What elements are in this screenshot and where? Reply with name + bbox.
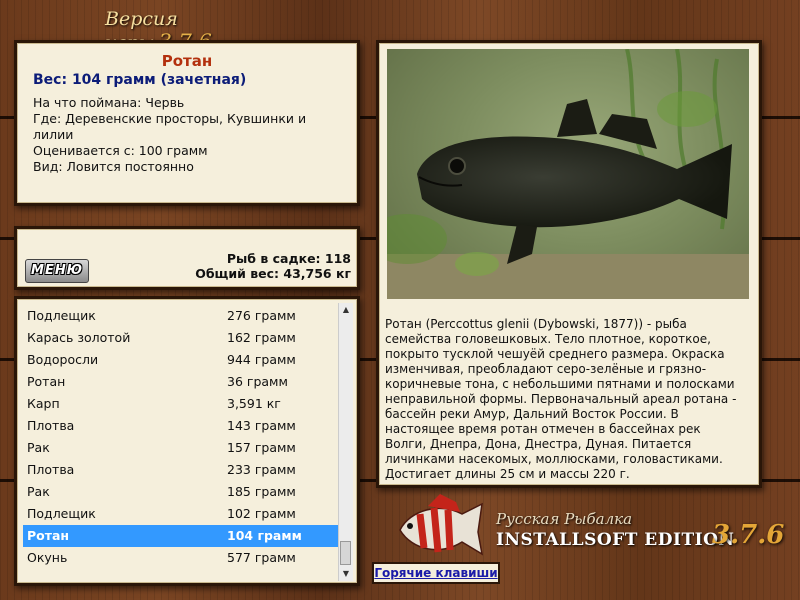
catch-fish-weight: 944 грамм [227,352,296,367]
catch-fish-weight: 162 грамм [227,330,296,345]
keepnet-stats: Рыб в садке: 118 Общий вес: 43,756 кг [195,251,351,281]
logo-subtitle: Русская Рыбалка [496,510,633,528]
game-version-title: Версия игры3.7.6 [105,8,285,54]
list-item[interactable]: Ротан 104 грамм [23,525,341,547]
fish-info-panel: Ротан Вес: 104 грамм (зачетная) На что п… [14,40,360,206]
list-scrollbar[interactable]: ▲ ▼ [338,303,353,581]
catch-fish-name: Водоросли [27,352,99,367]
rotan-fish-image [387,49,749,299]
menu-button[interactable]: МЕНЮ [25,259,89,283]
fish-photo [387,49,749,299]
availability-info: Вид: Ловится постоянно [33,159,194,174]
catch-fish-name: Рак [27,484,50,499]
logo-version: 3.7.6 [712,520,785,550]
catch-fish-weight: 276 грамм [227,308,296,323]
catch-fish-name: Ротан [27,528,70,543]
total-weight: Общий вес: 43,756 кг [195,266,351,281]
fish-name: Ротан [161,52,213,70]
logo-edition: INSTALLSOFT EDITION [496,530,735,550]
catch-fish-weight: 102 грамм [227,506,296,521]
list-item[interactable]: Подлещик 276 грамм [23,305,341,327]
catch-fish-weight: 233 грамм [227,462,296,477]
list-item[interactable]: Плотва 233 грамм [23,459,341,481]
location-info: Где: Деревенские просторы, Кувшинки и ли… [33,111,307,142]
catch-fish-weight: 157 грамм [227,440,296,455]
fish-weight: Вес: 104 грамм (зачетная) [33,72,247,88]
catch-fish-weight: 185 грамм [227,484,296,499]
catch-fish-weight: 36 грамм [227,374,288,389]
catch-fish-name: Подлещик [27,506,96,521]
catch-list: Подлещик 276 грамм Карась золотой 162 грамм… [23,305,341,569]
catch-fish-name: Карп [27,396,60,411]
fish-photo-panel: Ротан (Perccottus glenii (Dybowski, 1877… [376,40,762,488]
scroll-up-icon[interactable]: ▲ [339,303,353,317]
list-item[interactable]: Подлещик 102 грамм [23,503,341,525]
perch-logo-icon [399,494,484,556]
evaluation-info: Оценивается с: 100 грамм [33,143,208,158]
catch-fish-weight: 3,591 кг [227,396,281,411]
list-item[interactable]: Ротан 36 грамм [23,371,341,393]
list-item[interactable]: Рак 157 грамм [23,437,341,459]
catch-list-panel: Подлещик 276 грамм Карась золотой 162 грамм… [14,296,360,586]
list-item[interactable]: Водоросли 944 грамм [23,349,341,371]
catch-fish-name: Ротан [27,374,66,389]
bait-info: На что поймана: Червь [33,95,185,110]
fish-description: Ротан (Perccottus glenii (Dybowski, 1877… [385,317,737,481]
menu-stats-panel: МЕНЮ Рыб в садке: 118 Общий вес: 43,756 … [14,226,360,290]
catch-fish-name: Плотва [27,462,75,477]
list-item[interactable]: Рак 185 грамм [23,481,341,503]
list-item[interactable]: Карась золотой 162 грамм [23,327,341,349]
fish-count: Рыб в садке: 118 [226,251,351,266]
hotkeys-button[interactable]: Горячие клавиши [372,562,500,584]
scroll-down-icon[interactable]: ▼ [339,567,353,581]
catch-fish-name: Плотва [27,418,75,433]
list-item[interactable]: Плотва 143 грамм [23,415,341,437]
catch-fish-weight: 577 грамм [227,550,296,565]
catch-fish-weight: 104 грамм [227,528,302,543]
catch-fish-name: Рак [27,440,50,455]
list-item[interactable]: Окунь 577 грамм [23,547,341,569]
catch-fish-name: Подлещик [27,308,96,323]
scroll-thumb[interactable] [340,541,351,565]
game-logo: Русская Рыбалка INSTALLSOFT EDITION 3.7.… [390,492,800,564]
list-item[interactable]: Карп 3,591 кг [23,393,341,415]
catch-fish-name: Окунь [27,550,68,565]
catch-fish-weight: 143 грамм [227,418,296,433]
catch-fish-name: Карась золотой [27,330,131,345]
